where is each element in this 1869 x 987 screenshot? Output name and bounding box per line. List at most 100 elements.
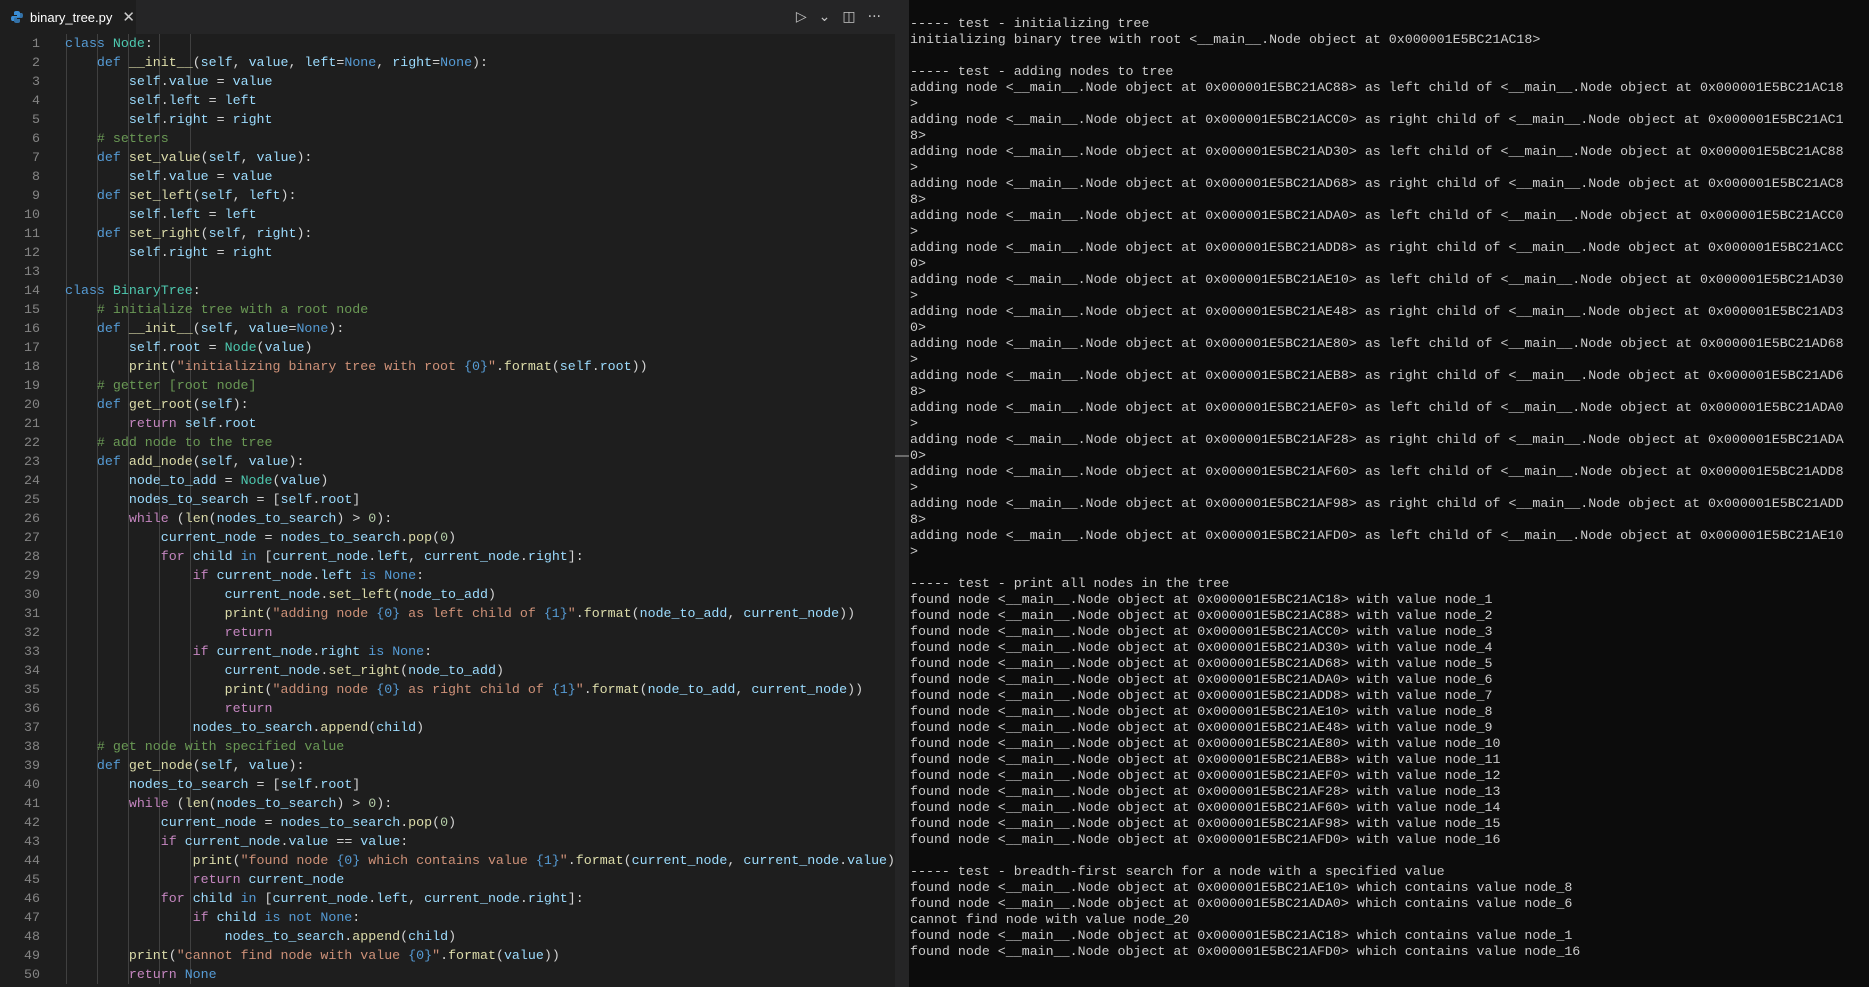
- line-number: 23: [24, 454, 40, 469]
- terminal-line: 0>: [910, 320, 926, 335]
- line-source: return: [65, 623, 273, 642]
- terminal-output[interactable]: ----- test - initializing tree initializi…: [909, 0, 1869, 987]
- code-token: ,: [232, 758, 249, 773]
- code-line[interactable]: 18 print("initializing binary tree with …: [0, 357, 895, 376]
- code-line[interactable]: 4 self.left = left: [0, 91, 895, 110]
- code-line[interactable]: 39 def get_node(self, value):: [0, 756, 895, 775]
- code-token: ]:: [567, 549, 584, 564]
- code-line[interactable]: 43 if current_node.value == value:: [0, 832, 895, 851]
- code-line[interactable]: 38 # get node with specified value: [0, 737, 895, 756]
- code-token: ): [448, 929, 457, 944]
- terminal-line: 8>: [910, 128, 926, 143]
- code-line[interactable]: 10 self.left = left: [0, 205, 895, 224]
- code-line[interactable]: 28 for child in [current_node.left, curr…: [0, 547, 895, 566]
- code-line[interactable]: 44 print("found node {0} which contains …: [0, 851, 895, 870]
- code-line[interactable]: 13: [0, 262, 895, 281]
- code-line[interactable]: 16 def __init__(self, value=None):: [0, 319, 895, 338]
- run-icon[interactable]: ▷: [796, 9, 807, 25]
- code-line[interactable]: 30 current_node.set_left(node_to_add): [0, 585, 895, 604]
- code-line[interactable]: 6 # setters: [0, 129, 895, 148]
- code-line[interactable]: 3 self.value = value: [0, 72, 895, 91]
- line-source: def __init__(self, value, left=None, rig…: [65, 53, 488, 72]
- code-token: ,: [240, 226, 257, 241]
- code-line[interactable]: 9 def set_left(self, left):: [0, 186, 895, 205]
- code-line[interactable]: 27 current_node = nodes_to_search.pop(0): [0, 528, 895, 547]
- code-token: left: [224, 93, 257, 108]
- terminal-line: >: [910, 160, 918, 175]
- code-token: ]:: [567, 891, 584, 906]
- code-line[interactable]: 21 return self.root: [0, 414, 895, 433]
- code-line[interactable]: 46 for child in [current_node.left, curr…: [0, 889, 895, 908]
- close-tab-icon[interactable]: ✕: [122, 8, 135, 26]
- code-line[interactable]: 23 def add_node(self, value):: [0, 452, 895, 471]
- code-line[interactable]: 2 def __init__(self, value, left=None, r…: [0, 53, 895, 72]
- terminal-line: >: [910, 480, 918, 495]
- code-line[interactable]: 47 if child is not None:: [0, 908, 895, 927]
- code-line[interactable]: 37 nodes_to_search.append(child): [0, 718, 895, 737]
- code-line[interactable]: 19 # getter [root node]: [0, 376, 895, 395]
- code-line[interactable]: 22 # add node to the tree: [0, 433, 895, 452]
- split-divider[interactable]: [895, 0, 909, 987]
- code-line[interactable]: 33 if current_node.right is None:: [0, 642, 895, 661]
- code-line[interactable]: 12 self.right = right: [0, 243, 895, 262]
- code-token: )): [631, 359, 648, 374]
- line-number: 4: [32, 93, 40, 108]
- code-line[interactable]: 29 if current_node.left is None:: [0, 566, 895, 585]
- code-token: None: [296, 321, 329, 336]
- line-source: nodes_to_search = [self.root]: [65, 775, 360, 794]
- code-line[interactable]: 34 current_node.set_right(node_to_add): [0, 661, 895, 680]
- code-line[interactable]: 26 while (len(nodes_to_search) > 0):: [0, 509, 895, 528]
- code-line[interactable]: 48 nodes_to_search.append(child): [0, 927, 895, 946]
- code-token: =: [200, 207, 225, 222]
- tab-binary-tree-py[interactable]: binary_tree.py ✕: [0, 0, 136, 34]
- code-line[interactable]: 45 return current_node: [0, 870, 895, 889]
- code-line[interactable]: 17 self.root = Node(value): [0, 338, 895, 357]
- run-dropdown-icon[interactable]: ⌄: [819, 9, 831, 25]
- code-line[interactable]: 1 class Node:: [0, 34, 895, 53]
- code-token: while: [128, 511, 177, 526]
- code-line[interactable]: 49 print("cannot find node with value {0…: [0, 946, 895, 965]
- code-line[interactable]: 40 nodes_to_search = [self.root]: [0, 775, 895, 794]
- code-line[interactable]: 15 # initialize tree with a root node: [0, 300, 895, 319]
- terminal-line: adding node <__main__.Node object at 0x0…: [910, 144, 1844, 159]
- code-line[interactable]: 8 self.value = value: [0, 167, 895, 186]
- terminal-line: found node <__main__.Node object at 0x00…: [910, 704, 1493, 719]
- code-line[interactable]: 31 print ("adding node {0} as left child …: [0, 604, 895, 623]
- code-line[interactable]: 20 def get_root(self):: [0, 395, 895, 414]
- code-line[interactable]: 11 def set_right(self, right):: [0, 224, 895, 243]
- split-editor-icon[interactable]: ◫: [842, 9, 855, 25]
- code-line[interactable]: 36 return: [0, 699, 895, 718]
- code-line[interactable]: 7 def set_value(self, value):: [0, 148, 895, 167]
- code-line[interactable]: 32 return: [0, 623, 895, 642]
- code-line[interactable]: 25 nodes_to_search = [self.root]: [0, 490, 895, 509]
- more-actions-icon[interactable]: ···: [868, 9, 881, 25]
- code-token: print: [128, 359, 169, 374]
- code-token: current_node: [216, 644, 313, 659]
- code-editor[interactable]: binary_tree.py ✕ ▷ ⌄ ◫ ··· 1 class Node: 2…: [0, 0, 895, 987]
- code-token: value: [248, 321, 289, 336]
- code-token: self: [200, 454, 233, 469]
- code-lines[interactable]: 1 class Node: 2 def __init__(self, value, …: [0, 34, 895, 984]
- code-line[interactable]: 5 self.right = right: [0, 110, 895, 129]
- code-token: append: [320, 720, 369, 735]
- code-line[interactable]: 41 while (len(nodes_to_search) > 0):: [0, 794, 895, 813]
- tab-bar: binary_tree.py ✕ ▷ ⌄ ◫ ···: [0, 0, 895, 34]
- code-line[interactable]: 35 print ("adding node {0} as right child…: [0, 680, 895, 699]
- code-line[interactable]: 24 node_to_add = Node(value): [0, 471, 895, 490]
- code-line[interactable]: 14 class BinaryTree:: [0, 281, 895, 300]
- divider-handle[interactable]: [895, 455, 909, 457]
- line-number: 14: [24, 283, 40, 298]
- terminal-line: found node <__main__.Node object at 0x00…: [910, 672, 1493, 687]
- code-line[interactable]: 42 current_node = nodes_to_search.pop(0): [0, 813, 895, 832]
- line-source: def __init__(self, value=None):: [65, 319, 344, 338]
- code-token: ,: [735, 682, 752, 697]
- terminal-line: found node <__main__.Node object at 0x00…: [910, 720, 1493, 735]
- terminal-line: adding node <__main__.Node object at 0x0…: [910, 112, 1844, 127]
- code-line[interactable]: 50 return None: [0, 965, 895, 984]
